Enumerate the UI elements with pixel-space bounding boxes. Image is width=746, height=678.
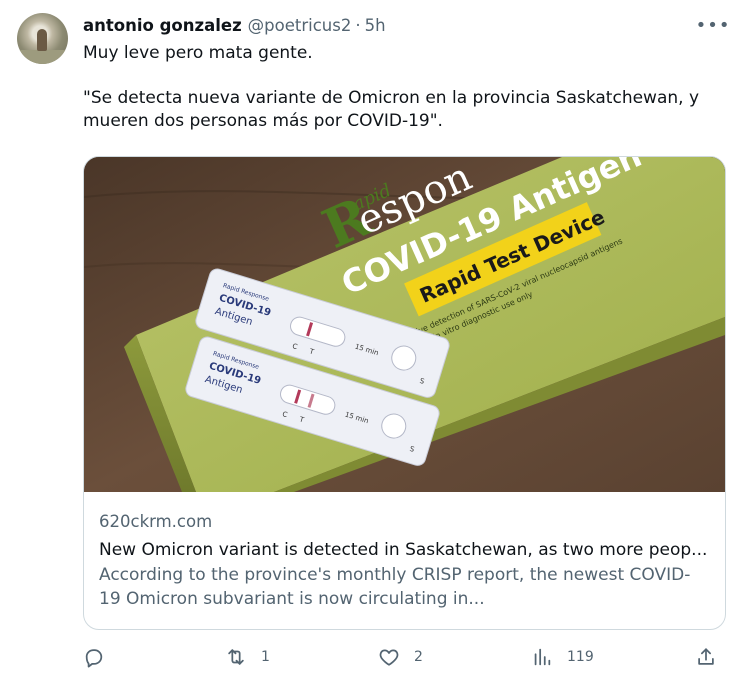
- card-domain[interactable]: 620ckrm.com: [99, 511, 711, 533]
- more-options-icon[interactable]: •••: [696, 14, 730, 36]
- views-count: 119: [567, 649, 594, 665]
- author-name[interactable]: antonio gonzalez: [83, 16, 242, 35]
- card-meta: 620ckrm.com New Omicron variant is detec…: [99, 511, 711, 611]
- avatar-figure: [37, 29, 47, 51]
- share-icon: [698, 648, 714, 665]
- tweet-timestamp[interactable]: 5h: [365, 16, 386, 35]
- like-icon: [379, 649, 399, 666]
- retweet-count: 1: [261, 649, 270, 665]
- card-description: According to the province's monthly CRIS…: [99, 565, 691, 609]
- author-handle[interactable]: @poetricus2: [248, 16, 352, 35]
- reply-icon: [85, 649, 103, 668]
- retweet-button[interactable]: 1: [225, 644, 270, 670]
- share-button[interactable]: [695, 644, 717, 670]
- tweet-text-line1: Muy leve pero mata gente.: [83, 43, 313, 63]
- avatar[interactable]: [17, 13, 68, 64]
- card-title[interactable]: New Omicron variant is detected in Saska…: [99, 538, 711, 563]
- card-image[interactable]: R apid espon COVID-19 Antigen Rapid Test…: [84, 157, 725, 492]
- separator-dot: ·: [355, 15, 361, 35]
- reply-button[interactable]: [83, 644, 119, 670]
- views-icon: [534, 648, 551, 666]
- like-button[interactable]: 2: [378, 644, 423, 670]
- tweet-header: antonio gonzalez @poetricus2 · 5h: [83, 14, 386, 36]
- tweet-text: Muy leve pero mata gente. "Se detecta nu…: [83, 42, 723, 133]
- card-image-illustration: R apid espon COVID-19 Antigen Rapid Test…: [84, 157, 725, 492]
- avatar-ground: [17, 50, 68, 64]
- tweet-text-line2: "Se detecta nueva variante de Omicron en…: [83, 88, 700, 131]
- action-bar: 1 2 119: [83, 644, 723, 670]
- like-count: 2: [414, 649, 423, 665]
- retweet-icon: [228, 649, 244, 665]
- link-card[interactable]: R apid espon COVID-19 Antigen Rapid Test…: [83, 156, 726, 630]
- views-button[interactable]: 119: [531, 644, 594, 670]
